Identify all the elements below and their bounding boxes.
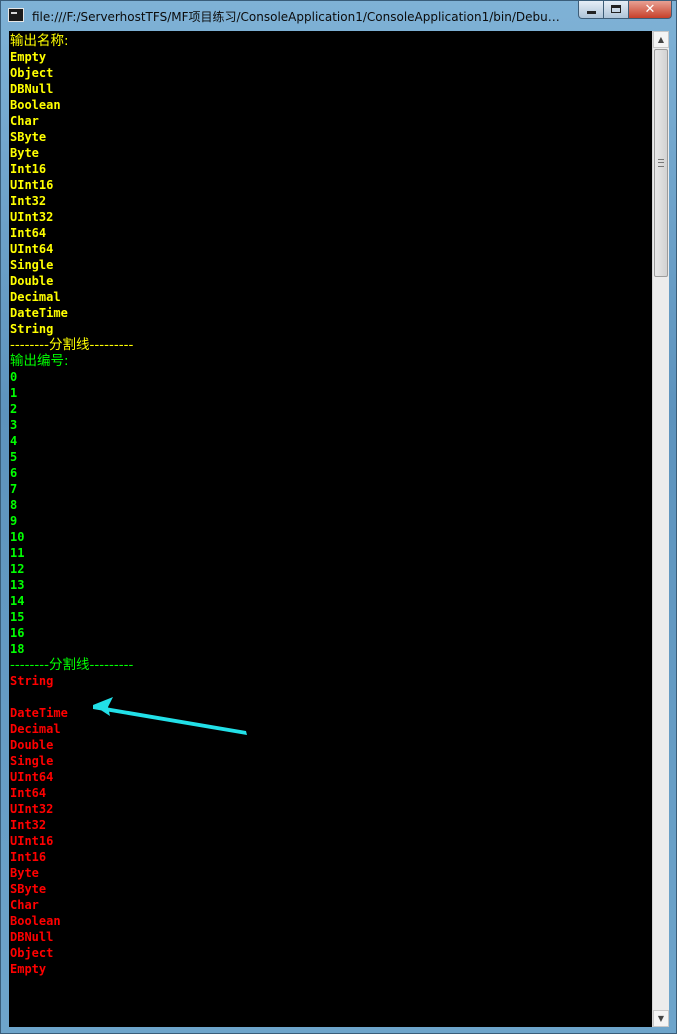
- type-name-line: DBNull: [10, 82, 54, 96]
- console-window: file:///F:/ServerhostTFS/MF项目练习/ConsoleA…: [0, 0, 677, 1034]
- title-bar[interactable]: file:///F:/ServerhostTFS/MF项目练习/ConsoleA…: [1, 1, 677, 31]
- type-name-line: Boolean: [10, 98, 61, 112]
- reversed-name-line: Double: [10, 738, 54, 752]
- reversed-name-line: Int32: [10, 818, 47, 832]
- maximize-icon: [611, 5, 621, 13]
- type-code-line: 7: [10, 482, 18, 496]
- scrollbar-thumb[interactable]: [654, 49, 668, 277]
- type-code-line: 9: [10, 514, 18, 528]
- type-code-line: 16: [10, 626, 25, 640]
- type-name-line: Byte: [10, 146, 39, 160]
- window-controls: ✕: [578, 1, 672, 21]
- reversed-name-line: UInt32: [10, 802, 54, 816]
- close-icon: ✕: [644, 2, 656, 17]
- type-code-line: 18: [10, 642, 25, 656]
- type-code-line: 1: [10, 386, 18, 400]
- type-code-line: 11: [10, 546, 25, 560]
- close-button[interactable]: ✕: [629, 1, 672, 19]
- reversed-name-line: UInt64: [10, 770, 54, 784]
- reversed-name-line: SByte: [10, 882, 47, 896]
- type-code-line: 13: [10, 578, 25, 592]
- vertical-scrollbar[interactable]: ▲ ▼: [652, 31, 669, 1027]
- window-title: file:///F:/ServerhostTFS/MF项目练习/ConsoleA…: [32, 10, 562, 24]
- reversed-name-line: Byte: [10, 866, 39, 880]
- reversed-name-line: Decimal: [10, 722, 61, 736]
- reversed-name-line: DateTime: [10, 706, 68, 720]
- type-name-line: Single: [10, 258, 54, 272]
- grip-icon: [658, 159, 664, 167]
- type-name-line: UInt16: [10, 178, 54, 192]
- separator-line: --------分割线---------: [10, 657, 134, 673]
- reversed-name-line: Int64: [10, 786, 47, 800]
- type-name-line: Char: [10, 114, 39, 128]
- reversed-name-line: Char: [10, 898, 39, 912]
- arrow-icon: [93, 697, 247, 735]
- type-code-line: 10: [10, 530, 25, 544]
- type-name-line: Int32: [10, 194, 47, 208]
- type-name-line: Empty: [10, 50, 47, 64]
- chevron-up-icon: ▲: [657, 35, 665, 44]
- minimize-button[interactable]: [578, 1, 604, 19]
- type-code-line: 2: [10, 402, 18, 416]
- type-code-line: 12: [10, 562, 25, 576]
- numbers-header: 输出编号:: [10, 353, 69, 369]
- reversed-name-line: Empty: [10, 962, 47, 976]
- type-code-line: 14: [10, 594, 25, 608]
- scroll-down-button[interactable]: ▼: [653, 1010, 669, 1027]
- reversed-name-line: Single: [10, 754, 54, 768]
- type-name-line: String: [10, 322, 54, 336]
- maximize-button[interactable]: [604, 1, 629, 19]
- reversed-name-line: UInt16: [10, 834, 54, 848]
- type-name-line: UInt32: [10, 210, 54, 224]
- reversed-name-line: String: [10, 674, 54, 688]
- reversed-name-line: Boolean: [10, 914, 61, 928]
- chevron-down-icon: ▼: [657, 1014, 665, 1023]
- type-name-line: Object: [10, 66, 54, 80]
- separator-line: --------分割线---------: [10, 337, 134, 353]
- type-code-line: 5: [10, 450, 18, 464]
- type-code-line: 6: [10, 466, 18, 480]
- type-name-line: DateTime: [10, 306, 68, 320]
- minimize-icon: [587, 11, 596, 14]
- type-name-line: UInt64: [10, 242, 54, 256]
- type-name-line: Int16: [10, 162, 47, 176]
- type-code-line: 3: [10, 418, 18, 432]
- type-name-line: Double: [10, 274, 54, 288]
- names-header: 输出名称:: [10, 33, 69, 49]
- scroll-up-button[interactable]: ▲: [653, 31, 669, 48]
- type-name-line: SByte: [10, 130, 47, 144]
- type-code-line: 8: [10, 498, 18, 512]
- reversed-name-line: DBNull: [10, 930, 54, 944]
- reversed-name-line: Object: [10, 946, 54, 960]
- reversed-name-line: Int16: [10, 850, 47, 864]
- type-code-line: 15: [10, 610, 25, 624]
- type-code-line: 4: [10, 434, 18, 448]
- console-output[interactable]: 输出名称: Empty Object DBNull Boolean Char SByte B…: [9, 31, 652, 1027]
- type-name-line: Decimal: [10, 290, 61, 304]
- console-app-icon: [8, 8, 24, 22]
- type-name-line: Int64: [10, 226, 47, 240]
- type-code-line: 0: [10, 370, 18, 384]
